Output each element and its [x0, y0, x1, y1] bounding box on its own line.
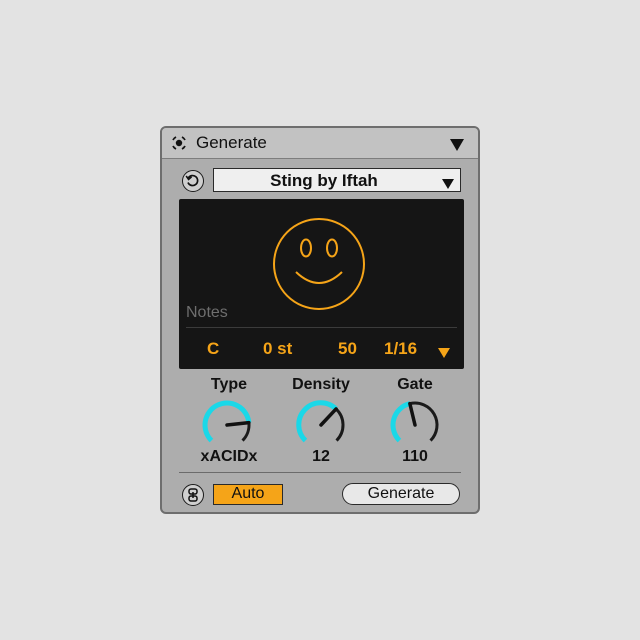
knob-needle — [319, 407, 338, 427]
device-activator-icon[interactable] — [170, 134, 188, 152]
type-knob[interactable] — [199, 398, 255, 450]
preset-name: Sting by Iftah — [270, 171, 378, 190]
rate-value[interactable]: 1/16 — [384, 339, 417, 359]
knob-track — [241, 422, 251, 442]
key-value[interactable]: C — [207, 339, 219, 359]
notes-label: Notes — [186, 304, 228, 321]
smiley-face-icon — [271, 216, 367, 312]
knob-needle — [408, 401, 417, 427]
link-chain-icon — [188, 488, 198, 502]
display-divider — [186, 327, 457, 328]
knob-value-arc — [296, 400, 338, 443]
gate-value: 110 — [402, 448, 428, 465]
transpose-value[interactable]: 0 st — [263, 339, 292, 359]
density-value: 12 — [312, 448, 330, 465]
knob-needle — [225, 420, 251, 427]
type-value: xACIDx — [200, 448, 258, 465]
preset-dropdown[interactable]: Sting by Iftah — [213, 168, 461, 192]
generate-device: Generate Sting by Iftah Notes C 0 st 50 … — [160, 126, 480, 514]
reset-circular-icon — [185, 174, 199, 187]
gate-knob[interactable] — [387, 398, 443, 450]
generator-display: Notes C 0 st 50 1/16 — [179, 199, 464, 369]
bottom-divider — [179, 472, 461, 473]
density-knob[interactable] — [293, 398, 349, 450]
rate-dropdown-arrow-icon[interactable] — [438, 345, 450, 358]
type-label: Type — [210, 376, 248, 393]
knob-track — [334, 407, 345, 442]
chevron-down-icon — [442, 176, 454, 189]
device-title-bar[interactable]: Generate — [162, 128, 478, 159]
velocity-value[interactable]: 50 — [338, 339, 357, 359]
density-label: Density — [292, 376, 350, 393]
auto-toggle[interactable]: Auto — [213, 484, 283, 505]
triangle-down-icon[interactable] — [450, 138, 464, 151]
reset-button[interactable] — [182, 170, 204, 192]
link-button[interactable] — [182, 484, 204, 506]
device-title: Generate — [196, 133, 267, 152]
gate-label: Gate — [397, 376, 433, 393]
knob-value-arc — [390, 401, 411, 443]
generate-button[interactable]: Generate — [342, 483, 460, 505]
